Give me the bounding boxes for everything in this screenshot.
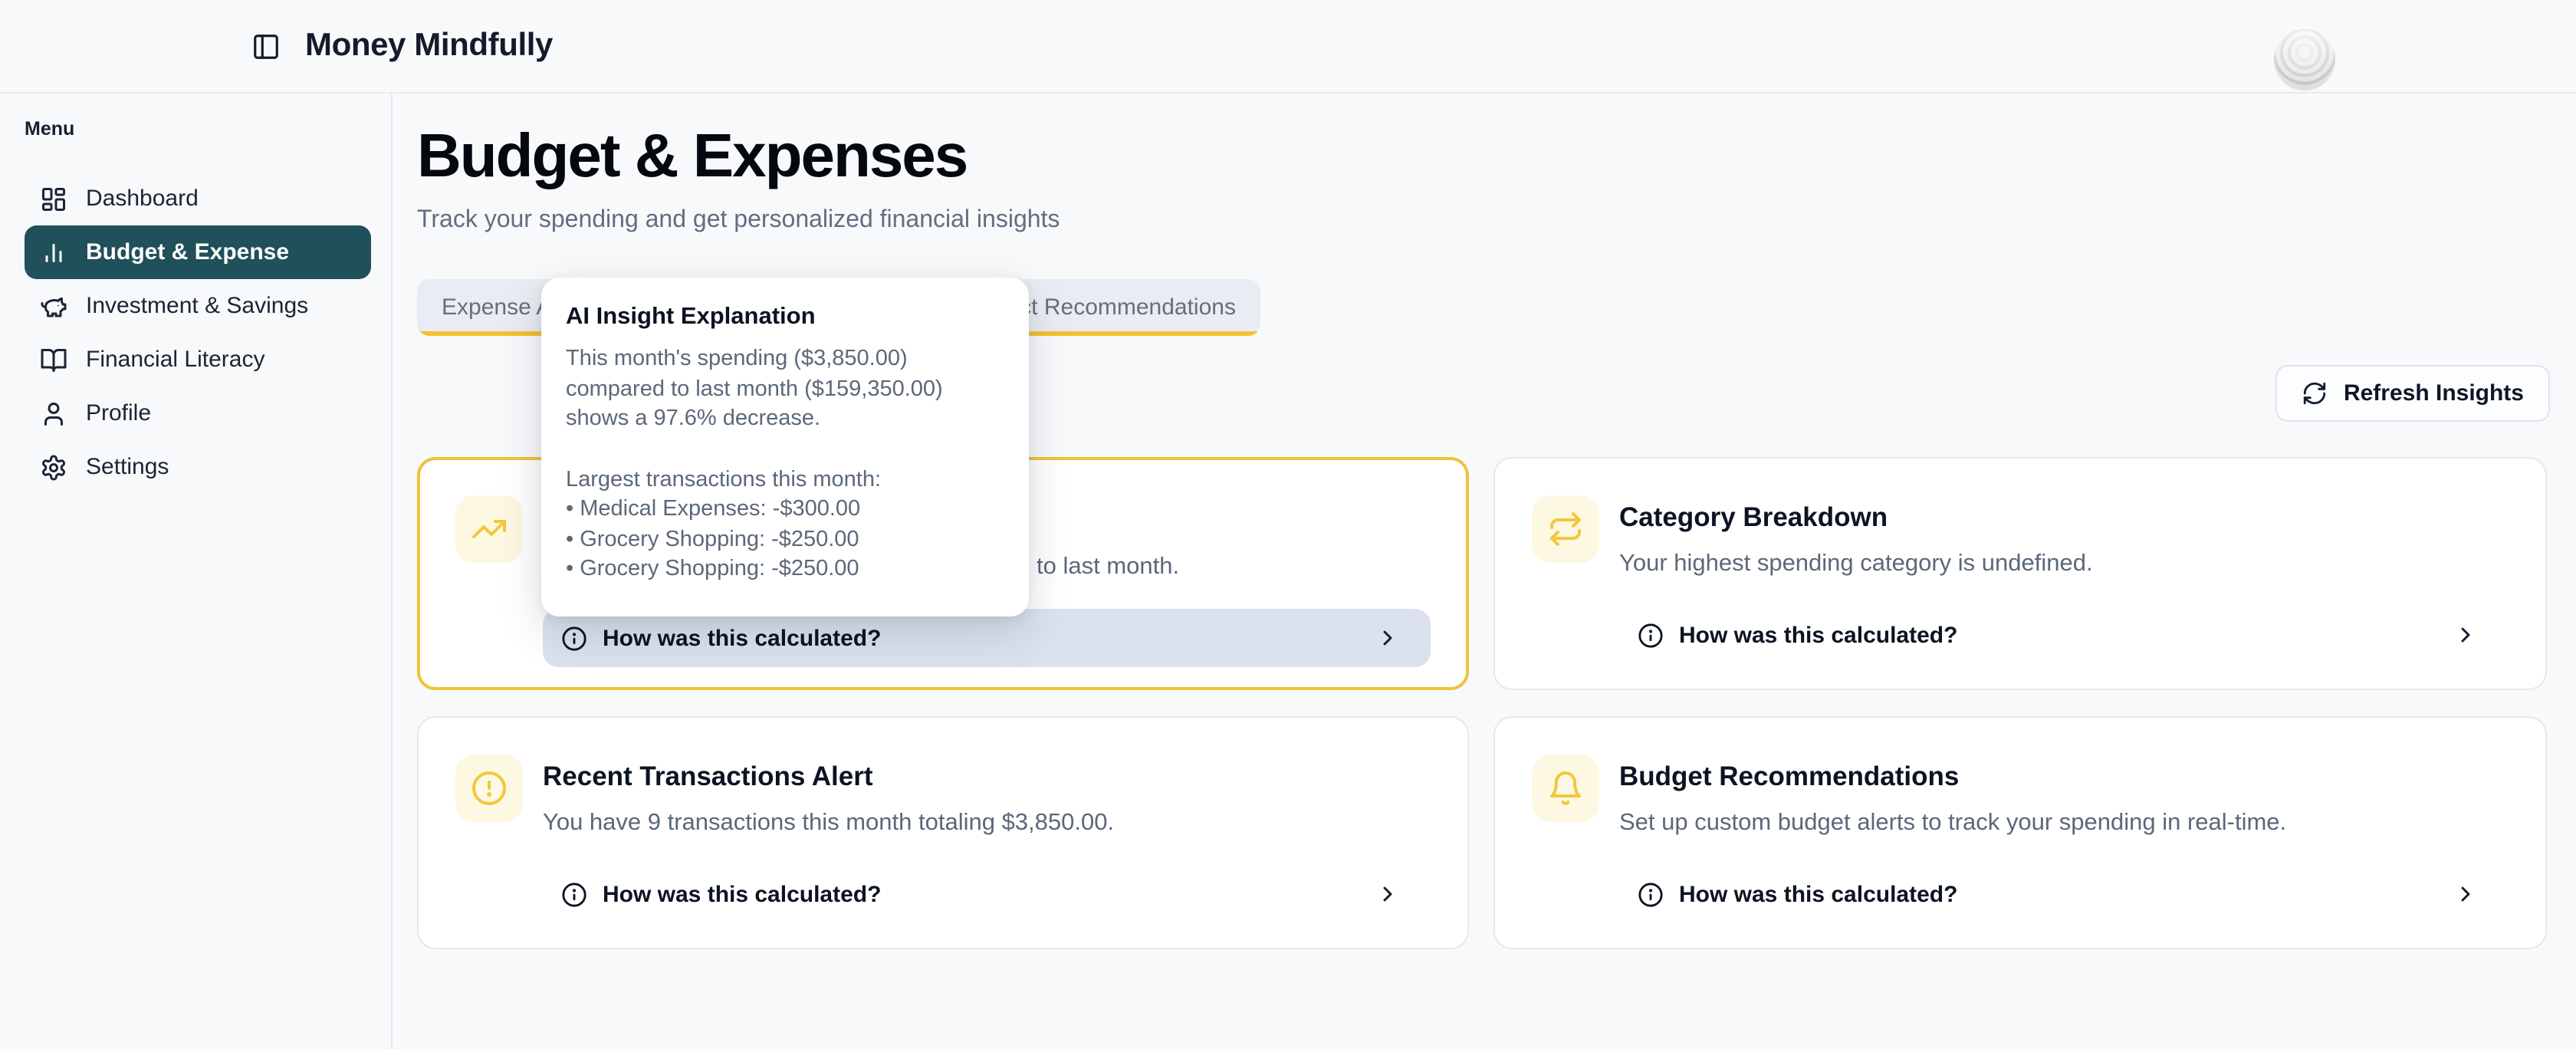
how-calculated-label: How was this calculated? [603, 625, 881, 651]
how-calculated-label: How was this calculated? [603, 881, 881, 907]
sidebar-nav: Dashboard Budget & Expense Investment & … [25, 172, 371, 494]
layout-dashboard-icon [40, 185, 67, 212]
page-title: Budget & Expenses [417, 120, 2550, 193]
app-window: Money Mindfully Menu Dashboard Budget & … [0, 0, 2576, 1049]
how-calculated-row-category[interactable]: How was this calculated? [1619, 606, 2509, 664]
tooltip-title: AI Insight Explanation [566, 304, 1004, 331]
card-budget-recommendations: Budget Recommendations Set up custom bud… [1493, 716, 2547, 949]
card-description: Set up custom budget alerts to track you… [1619, 810, 2509, 837]
page-subtitle: Track your spending and get personalized… [417, 207, 2550, 235]
info-icon [1638, 881, 1664, 907]
tooltip-transactions-heading: Largest transactions this month: [566, 465, 1004, 495]
card-body: Budget Recommendations Set up custom bud… [1619, 755, 2509, 923]
how-calculated-label: How was this calculated? [1679, 881, 1957, 907]
bar-chart-icon [40, 238, 67, 266]
how-calculated-row-spending[interactable]: How was this calculated? [543, 609, 1431, 667]
card-description: Your highest spending category is undefi… [1619, 551, 2509, 578]
sidebar-item-label: Profile [86, 400, 151, 426]
card-title: Recent Transactions Alert [543, 758, 1431, 794]
sidebar-item-investment-savings[interactable]: Investment & Savings [25, 279, 371, 333]
user-avatar[interactable] [2274, 29, 2335, 90]
refresh-insights-label: Refresh Insights [2344, 380, 2524, 406]
info-icon [561, 625, 587, 651]
chevron-right-icon [2453, 882, 2478, 906]
bell-icon [1532, 755, 1599, 822]
card-description: You have 9 transactions this month total… [543, 810, 1431, 837]
repeat-arrows-icon [1532, 495, 1599, 563]
trending-up-icon [455, 495, 523, 563]
sidebar-item-label: Investment & Savings [86, 293, 308, 319]
tooltip-transaction-line: • Medical Expenses: -$300.00 [566, 495, 1004, 525]
panel-left-icon [251, 31, 280, 61]
sidebar-item-financial-literacy[interactable]: Financial Literacy [25, 333, 371, 386]
card-category-breakdown: Category Breakdown Your highest spending… [1493, 457, 2547, 690]
card-description-fragment: to last month. [1037, 554, 1179, 581]
user-icon [40, 400, 67, 427]
card-recent-transactions-alert: Recent Transactions Alert You have 9 tra… [417, 716, 1469, 949]
refresh-insights-button[interactable]: Refresh Insights [2276, 365, 2550, 422]
app-title: Money Mindfully [305, 28, 553, 64]
book-open-icon [40, 346, 67, 373]
sidebar-item-dashboard[interactable]: Dashboard [25, 172, 371, 225]
card-title: Category Breakdown [1619, 498, 2509, 535]
top-header: Money Mindfully [0, 0, 2576, 94]
sidebar: Menu Dashboard Budget & Expense Investme… [0, 94, 393, 1049]
sidebar-item-label: Settings [86, 454, 169, 480]
gear-icon [40, 453, 67, 481]
how-calculated-label: How was this calculated? [1679, 622, 1957, 648]
tooltip-transaction-line: • Grocery Shopping: -$250.00 [566, 555, 1004, 585]
sidebar-item-label: Dashboard [86, 186, 199, 212]
sidebar-toggle-button[interactable] [245, 26, 285, 66]
tooltip-transaction-line: • Grocery Shopping: -$250.00 [566, 525, 1004, 555]
how-calculated-row-budget[interactable]: How was this calculated? [1619, 865, 2509, 923]
chevron-right-icon [2453, 623, 2478, 647]
card-body: Category Breakdown Your highest spending… [1619, 495, 2509, 664]
piggy-bank-icon [40, 292, 67, 320]
sidebar-item-label: Financial Literacy [86, 347, 264, 373]
sidebar-section-label: Menu [25, 118, 371, 140]
tooltip-paragraph: This month's spending ($3,850.00) compar… [566, 345, 1004, 435]
how-calculated-row-transactions[interactable]: How was this calculated? [543, 865, 1431, 923]
sidebar-item-settings[interactable]: Settings [25, 440, 371, 494]
card-title: Budget Recommendations [1619, 758, 2509, 794]
ai-insight-tooltip: AI Insight Explanation This month's spen… [541, 278, 1029, 616]
sidebar-item-label: Budget & Expense [86, 239, 289, 265]
refresh-icon [2302, 380, 2328, 406]
info-icon [1638, 622, 1664, 648]
card-body: Recent Transactions Alert You have 9 tra… [543, 755, 1431, 923]
chevron-right-icon [1375, 882, 1400, 906]
sidebar-item-budget-expense[interactable]: Budget & Expense [25, 225, 371, 279]
chevron-right-icon [1375, 626, 1400, 650]
sidebar-item-profile[interactable]: Profile [25, 386, 371, 440]
alert-circle-icon [455, 755, 523, 822]
info-icon [561, 881, 587, 907]
